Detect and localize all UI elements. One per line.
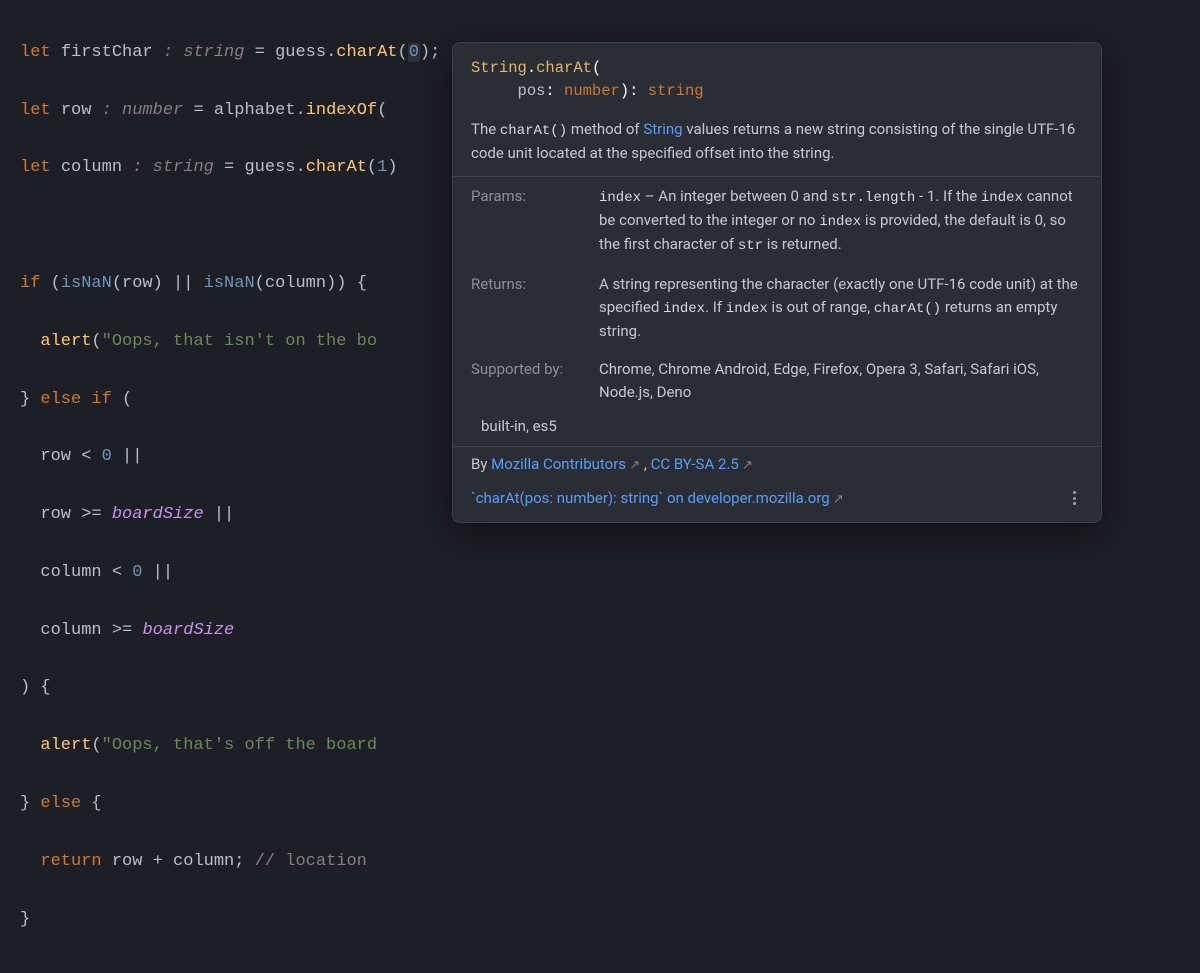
attribution: By Mozilla Contributors ↗ , CC BY-SA 2.5…: [453, 447, 1101, 482]
string-link[interactable]: String: [643, 120, 682, 138]
code-line: column < 0 ||: [20, 559, 1180, 588]
returns-label: Returns:: [471, 273, 591, 342]
returns-section: Returns: A string representing the chara…: [453, 265, 1101, 350]
license-link[interactable]: CC BY-SA 2.5: [651, 455, 739, 473]
more-options-icon[interactable]: [1065, 489, 1083, 507]
code-line: column >= boardSize: [20, 617, 1180, 646]
supported-label: Supported by:: [471, 358, 591, 403]
code-line: alert("Oops, that's off the board: [20, 732, 1180, 761]
returns-body: A string representing the character (exa…: [599, 273, 1083, 342]
popup-footer: `charAt(pos: number): string` on develop…: [453, 481, 1101, 522]
external-link-icon: ↗: [626, 458, 640, 473]
description: The charAt() method of String values ret…: [453, 112, 1101, 177]
external-link-icon: ↗: [739, 458, 753, 473]
external-link-icon: ↗: [830, 492, 844, 507]
params-label: Params:: [471, 185, 591, 257]
supported-body: Chrome, Chrome Android, Edge, Firefox, O…: [599, 358, 1083, 403]
code-line: ) {: [20, 674, 1180, 703]
code-line: return row + column; // location: [20, 848, 1180, 877]
mdn-link[interactable]: `charAt(pos: number): string` on develop…: [471, 489, 830, 507]
supported-section: Supported by: Chrome, Chrome Android, Ed…: [453, 350, 1101, 411]
code-line: } else {: [20, 790, 1180, 819]
documentation-popup[interactable]: String.charAt( pos: number): string The …: [452, 42, 1102, 523]
params-section: Params: index – An integer between 0 and…: [453, 177, 1101, 265]
params-body: index – An integer between 0 and str.len…: [599, 185, 1083, 257]
code-line: }: [20, 906, 1180, 935]
tags: built-in, es5: [453, 411, 1101, 446]
contributors-link[interactable]: Mozilla Contributors: [491, 455, 626, 473]
signature: String.charAt( pos: number): string: [453, 43, 1101, 112]
